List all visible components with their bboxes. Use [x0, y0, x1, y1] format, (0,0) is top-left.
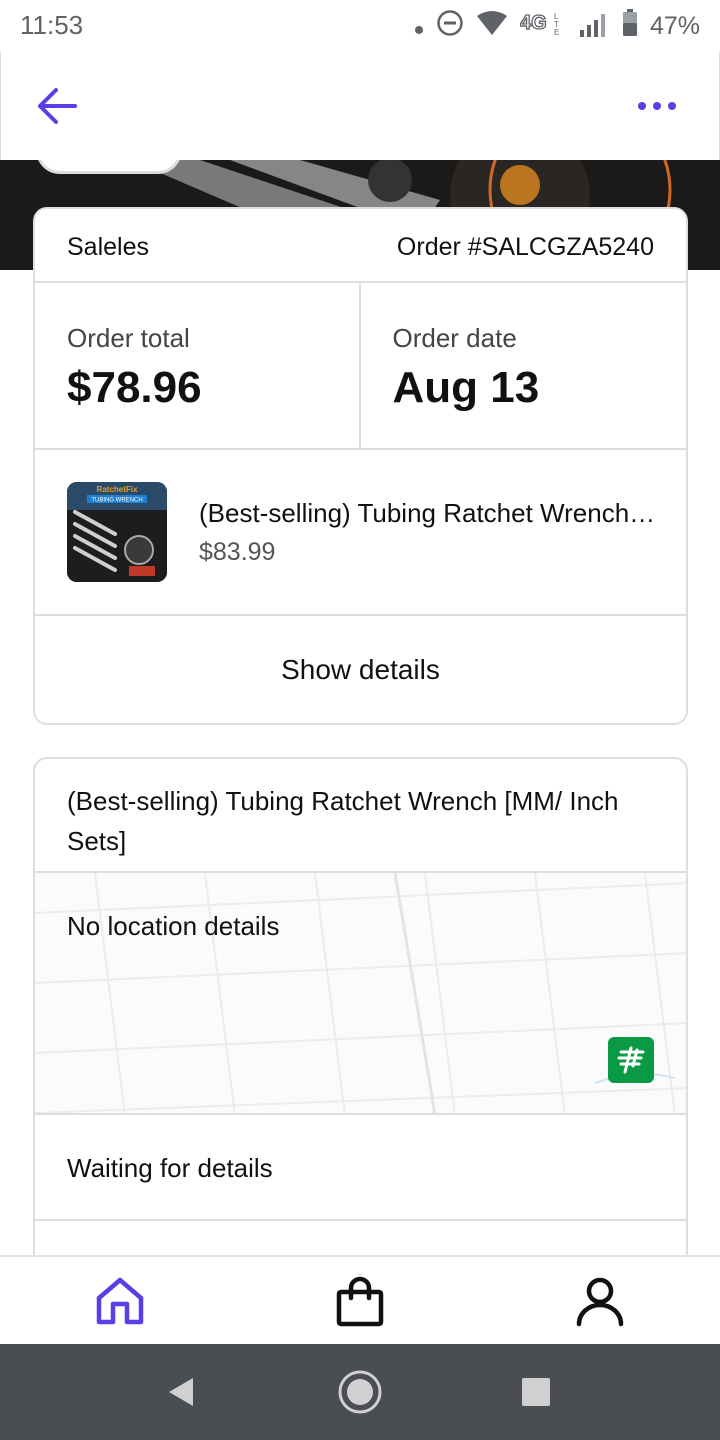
lte-icon: 4G L T E: [519, 10, 566, 43]
item-title: (Best-selling) Tubing Ratchet Wrench [MM…: [199, 498, 659, 528]
order-total-label: Order total: [67, 323, 190, 353]
system-recents-button[interactable]: [512, 1368, 560, 1416]
system-navigation-bar: [0, 1344, 720, 1440]
thumbnail-brand: RatchetFix: [97, 485, 138, 494]
order-total-cell: Order total $78.96: [35, 283, 361, 448]
nav-orders[interactable]: [330, 1271, 390, 1331]
order-header: Saleles Order #SALCGZA5240: [35, 209, 686, 283]
shipment-card: (Best-selling) Tubing Ratchet Wrench [MM…: [33, 757, 688, 1277]
dot-icon: [414, 11, 424, 42]
back-button[interactable]: [31, 80, 83, 132]
do-not-disturb-icon: [436, 9, 464, 44]
item-price: $83.99: [199, 538, 276, 566]
map-background: [35, 873, 686, 1113]
tracking-status-row: Waiting for details: [35, 1115, 686, 1221]
order-item-row[interactable]: RatchetFix TUBING WRENCH (Best-selling) …: [35, 450, 686, 616]
home-circle-icon: [338, 1370, 382, 1414]
order-total-value: $78.96: [67, 363, 202, 412]
seller-name[interactable]: Saleles: [67, 233, 149, 262]
tracking-status-text: Waiting for details: [67, 1153, 273, 1183]
shopping-bag-icon: [336, 1276, 384, 1327]
product-thumbnail: RatchetFix TUBING WRENCH: [67, 482, 167, 582]
tracking-map: No location details: [35, 873, 686, 1115]
svg-text:E: E: [554, 28, 559, 36]
app-bar: [0, 52, 720, 160]
show-details-button[interactable]: Show details: [35, 616, 686, 723]
bottom-navigation: [0, 1255, 720, 1344]
arrow-left-icon: [38, 88, 77, 124]
order-date-value: Aug 13: [392, 363, 540, 412]
order-stats: Order total $78.96 Order date Aug 13: [35, 283, 686, 450]
china-post-icon: [608, 1037, 654, 1083]
no-location-text: No location details: [67, 911, 280, 941]
banner-pill: [36, 160, 182, 174]
home-icon: [96, 1277, 144, 1325]
more-options-button[interactable]: [631, 86, 683, 126]
order-date-cell: Order date Aug 13: [361, 283, 687, 448]
recents-square-icon: [522, 1378, 550, 1406]
profile-icon: [576, 1277, 624, 1327]
order-summary-card: Saleles Order #SALCGZA5240 Order total $…: [33, 207, 688, 725]
network-label: 4G: [520, 12, 547, 34]
wifi-icon: [476, 10, 508, 43]
signal-icon: [578, 8, 610, 45]
nav-home[interactable]: [90, 1271, 150, 1331]
order-number: Order #SALCGZA5240: [396, 233, 654, 261]
thumbnail-subtitle: TUBING WRENCH: [91, 498, 142, 504]
nav-profile[interactable]: [570, 1271, 630, 1331]
status-icons: 4G L T E 47%: [414, 8, 700, 44]
status-bar: 11:53 4G L T E 47%: [0, 0, 720, 52]
system-home-button[interactable]: [336, 1368, 384, 1416]
more-horizontal-icon: [638, 102, 676, 110]
order-date-label: Order date: [392, 323, 517, 353]
back-triangle-icon: [169, 1378, 193, 1406]
battery-percent: 47%: [649, 11, 700, 40]
shipment-header: (Best-selling) Tubing Ratchet Wrench [MM…: [35, 759, 686, 873]
status-time: 11:53: [20, 10, 84, 40]
battery-icon: [622, 8, 638, 44]
shipment-item-title: (Best-selling) Tubing Ratchet Wrench [MM…: [67, 786, 619, 856]
system-back-button[interactable]: [158, 1368, 206, 1416]
